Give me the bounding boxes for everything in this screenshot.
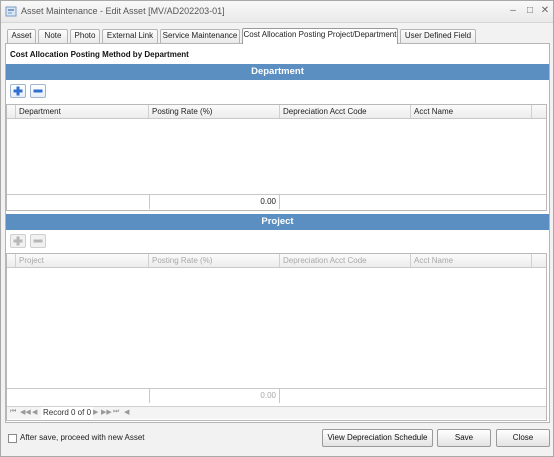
- add-icon: [13, 236, 23, 246]
- tab-service-maintenance[interactable]: Service Maintenance: [160, 29, 240, 43]
- next-record-icon[interactable]: ▶: [93, 408, 98, 416]
- col-depreciation-acct-code[interactable]: Depreciation Acct Code: [280, 105, 411, 118]
- scroll-left-icon[interactable]: ◀: [124, 408, 129, 416]
- app-icon: [5, 6, 17, 17]
- remove-icon: [33, 239, 43, 243]
- record-count-label: Record 0 of 0: [41, 407, 94, 419]
- department-total-row: 0.00: [7, 194, 546, 209]
- row-indicator-header: [7, 105, 16, 118]
- col-acct-name[interactable]: Acct Name: [411, 254, 532, 267]
- col-acct-name[interactable]: Acct Name: [411, 105, 532, 118]
- view-depreciation-schedule-button[interactable]: View Depreciation Schedule: [322, 429, 433, 447]
- project-bar: Project: [6, 214, 549, 230]
- tab-asset[interactable]: Asset: [7, 29, 36, 43]
- tab-cost-allocation[interactable]: Cost Allocation Posting Project/Departme…: [242, 28, 398, 44]
- maximize-icon[interactable]: □: [523, 4, 537, 18]
- tab-content: Cost Allocation Posting Method by Depart…: [5, 43, 550, 423]
- project-grid[interactable]: Project Posting Rate (%) Depreciation Ac…: [6, 253, 547, 421]
- department-posting-rate-total: 0.00: [149, 195, 280, 209]
- close-button[interactable]: Close: [496, 429, 550, 447]
- add-icon: [13, 86, 23, 96]
- prev-page-icon[interactable]: ◀◀: [20, 408, 31, 416]
- next-page-icon[interactable]: ▶▶: [101, 408, 112, 416]
- col-department[interactable]: Department: [16, 105, 149, 118]
- bottom-bar: After save, proceed with new Asset View …: [1, 425, 553, 455]
- record-navigator: ⏮ ◀◀ ◀ Record 0 of 0 ▶ ▶▶ ⏭ ◀: [7, 406, 546, 419]
- department-grid[interactable]: Department Posting Rate (%) Depreciation…: [6, 104, 547, 211]
- last-record-icon[interactable]: ⏭: [113, 408, 119, 416]
- first-record-icon[interactable]: ⏮: [10, 408, 16, 416]
- col-depreciation-acct-code[interactable]: Depreciation Acct Code: [280, 254, 411, 267]
- remove-department-button[interactable]: [30, 84, 46, 98]
- prev-record-icon[interactable]: ◀: [32, 408, 37, 416]
- project-total-row: 0.00: [7, 388, 546, 403]
- department-grid-header: Department Posting Rate (%) Depreciation…: [7, 105, 546, 119]
- asset-maintenance-window: Asset Maintenance - Edit Asset [MV/AD202…: [0, 0, 554, 457]
- tab-photo[interactable]: Photo: [70, 29, 100, 43]
- tab-external-link[interactable]: External Link: [102, 29, 158, 43]
- row-indicator-header: [7, 254, 16, 267]
- add-project-button[interactable]: [10, 234, 26, 248]
- tab-user-defined-field[interactable]: User Defined Field: [400, 29, 476, 43]
- window-title: Asset Maintenance - Edit Asset [MV/AD202…: [21, 6, 225, 16]
- col-project[interactable]: Project: [16, 254, 149, 267]
- col-posting-rate[interactable]: Posting Rate (%): [149, 254, 280, 267]
- close-window-icon[interactable]: ✕: [538, 4, 552, 18]
- remove-project-button[interactable]: [30, 234, 46, 248]
- save-button[interactable]: Save: [437, 429, 491, 447]
- title-bar[interactable]: Asset Maintenance - Edit Asset [MV/AD202…: [1, 1, 553, 23]
- section-heading: Cost Allocation Posting Method by Depart…: [10, 50, 189, 59]
- tab-note[interactable]: Note: [38, 29, 68, 43]
- department-bar: Department: [6, 64, 549, 80]
- proceed-new-asset-label[interactable]: After save, proceed with new Asset: [20, 433, 145, 442]
- col-posting-rate[interactable]: Posting Rate (%): [149, 105, 280, 118]
- project-posting-rate-total: 0.00: [149, 389, 280, 403]
- project-grid-header: Project Posting Rate (%) Depreciation Ac…: [7, 254, 546, 268]
- add-department-button[interactable]: [10, 84, 26, 98]
- remove-icon: [33, 89, 43, 93]
- minimize-icon[interactable]: –: [506, 4, 520, 18]
- proceed-new-asset-checkbox[interactable]: [8, 434, 17, 443]
- tab-strip: Asset Note Photo External Link Service M…: [7, 28, 551, 44]
